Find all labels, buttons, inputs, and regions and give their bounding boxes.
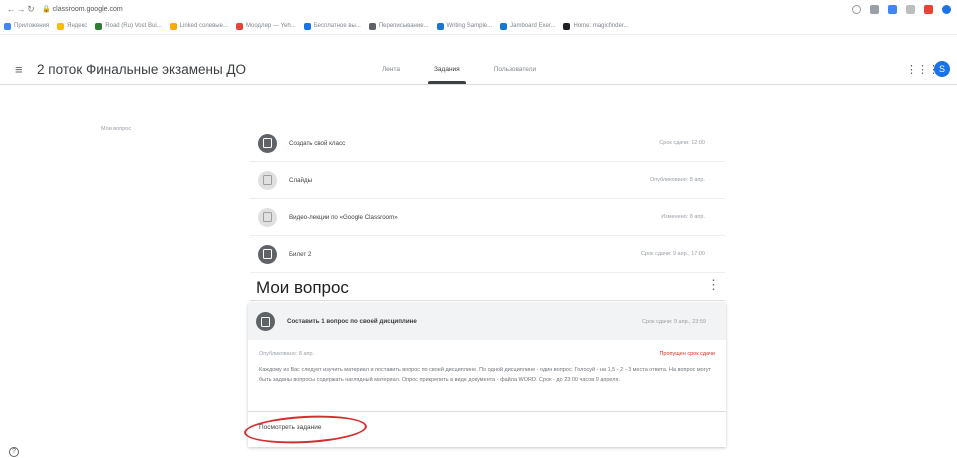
- extension-icon[interactable]: [870, 4, 879, 14]
- list-item[interactable]: Слайды Опубликовано: 8 апр.: [250, 162, 725, 199]
- card-divider: [248, 411, 726, 412]
- bookmark-label: Бесплатное вы...: [313, 23, 361, 29]
- menu-icon[interactable]: ≡: [15, 62, 27, 77]
- bookmark-icon: [4, 22, 11, 30]
- bookmark-label: Приложения: [14, 23, 50, 29]
- more-options-icon[interactable]: ⋮: [707, 277, 720, 293]
- item-title: Создать свой класс: [289, 139, 346, 147]
- bookmark-item[interactable]: Бесплатное вы...: [303, 22, 361, 30]
- bookmark-item[interactable]: Jamboard Exer...: [500, 22, 556, 30]
- item-title: Видео-лекции по «Google Classroom»: [289, 213, 398, 221]
- bookmark-label: Home: magicfinder...: [573, 23, 629, 29]
- forward-icon[interactable]: →: [16, 4, 26, 14]
- bookmark-item[interactable]: Road (Ru) Vost Bui...: [95, 22, 162, 30]
- bookmark-item[interactable]: Writing Sample...: [436, 22, 493, 30]
- assignment-icon: [258, 133, 277, 153]
- item-title: Билет 2: [289, 250, 312, 258]
- tab-bar: Лента Задания Пользователи: [382, 54, 536, 84]
- star-icon[interactable]: [852, 4, 861, 14]
- item-meta: Срок сдачи: 9 апр., 17:00: [641, 251, 705, 257]
- bookmark-icon: [303, 22, 311, 30]
- bookmark-item[interactable]: Яндекс: [57, 22, 88, 30]
- back-icon[interactable]: ←: [6, 4, 16, 14]
- item-meta: Изменено: 8 апр.: [661, 214, 705, 220]
- assignment-icon: [258, 244, 277, 264]
- topic-divider: [250, 300, 725, 301]
- bookmark-label: Яндекс: [67, 23, 88, 29]
- bookmark-icon: [436, 22, 444, 30]
- tab-classwork[interactable]: Задания: [428, 54, 466, 84]
- bookmark-icon: [95, 22, 103, 30]
- bookmark-icon: [563, 22, 571, 30]
- material-icon: [258, 207, 277, 227]
- bookmark-label: Writing Sample...: [446, 23, 493, 29]
- bookmark-label: Road (Ru) Vost Bui...: [105, 23, 162, 29]
- bookmark-icon: [500, 22, 508, 30]
- list-item[interactable]: Билет 2 Срок сдачи: 9 апр., 17:00: [250, 236, 725, 273]
- extension-icon[interactable]: [906, 4, 915, 14]
- help-icon[interactable]: ?: [9, 447, 19, 457]
- address-bar[interactable]: 🔒 classroom.google.com: [42, 5, 852, 13]
- bookmark-label: Моодлер — Yeh...: [245, 23, 296, 29]
- profile-icon[interactable]: [942, 4, 951, 14]
- item-meta: Опубликовано: 8 апр.: [649, 177, 705, 183]
- bookmark-icon: [57, 22, 65, 30]
- list-item[interactable]: Видео-лекции по «Google Classroom» Измен…: [250, 199, 725, 236]
- assignment-description: Каждому из Вас следует изучить материал …: [259, 367, 712, 383]
- material-icon: [258, 170, 277, 190]
- app-header: ≡ 2 поток Финальные экзамены ДО Лента За…: [0, 54, 957, 84]
- card-due: Срок сдачи: 9 апр., 23:59: [642, 318, 706, 325]
- bookmark-item[interactable]: Моодлер — Yeh...: [235, 22, 296, 30]
- browser-extensions: [852, 4, 951, 14]
- assignment-icon: [256, 312, 275, 331]
- bookmark-item[interactable]: Переписывание...: [368, 22, 429, 30]
- extension-icon[interactable]: [924, 4, 933, 14]
- item-meta: Срок сдачи: 12:00: [659, 140, 705, 146]
- bookmark-label: Переписывание...: [378, 23, 429, 29]
- bookmarks-bar: Приложения Яндекс Road (Ru) Vost Bui... Lin…: [0, 18, 957, 35]
- item-title: Слайды: [289, 176, 313, 184]
- bookmark-item[interactable]: Home: magicfinder...: [563, 22, 629, 30]
- bookmark-label: Linked солевые...: [179, 23, 228, 29]
- bookmark-icon: [368, 22, 376, 30]
- tab-stream[interactable]: Лента: [382, 54, 400, 84]
- list-item[interactable]: Создать свой класс Срок сдачи: 12:00: [250, 125, 725, 162]
- card-title: Составить 1 вопрос по своей дисциплине: [287, 318, 417, 325]
- avatar[interactable]: S: [934, 61, 950, 77]
- header-divider: [0, 84, 957, 85]
- bookmark-icon: [169, 22, 177, 30]
- bookmark-label: Jamboard Exer...: [510, 23, 556, 29]
- topic-title: Мои вопрос: [256, 278, 349, 297]
- card-header[interactable]: Составить 1 вопрос по своей дисциплине С…: [248, 303, 726, 340]
- bookmark-icon: [235, 22, 243, 30]
- status-badge: Пропущен срок сдачи: [659, 351, 715, 357]
- class-title[interactable]: 2 поток Финальные экзамены ДО: [37, 62, 246, 77]
- reload-icon[interactable]: ↻: [26, 4, 36, 15]
- browser-toolbar: ← → ↻ 🔒 classroom.google.com: [0, 0, 957, 18]
- bookmark-item[interactable]: Приложения: [4, 22, 50, 30]
- bookmark-item[interactable]: Linked солевые...: [169, 22, 228, 30]
- topic-link[interactable]: Мои вопрос: [101, 126, 131, 132]
- extension-icon[interactable]: [888, 4, 897, 14]
- posted-date: Опубликовано: 8 апр.: [259, 351, 315, 357]
- tab-people[interactable]: Пользователи: [494, 54, 536, 84]
